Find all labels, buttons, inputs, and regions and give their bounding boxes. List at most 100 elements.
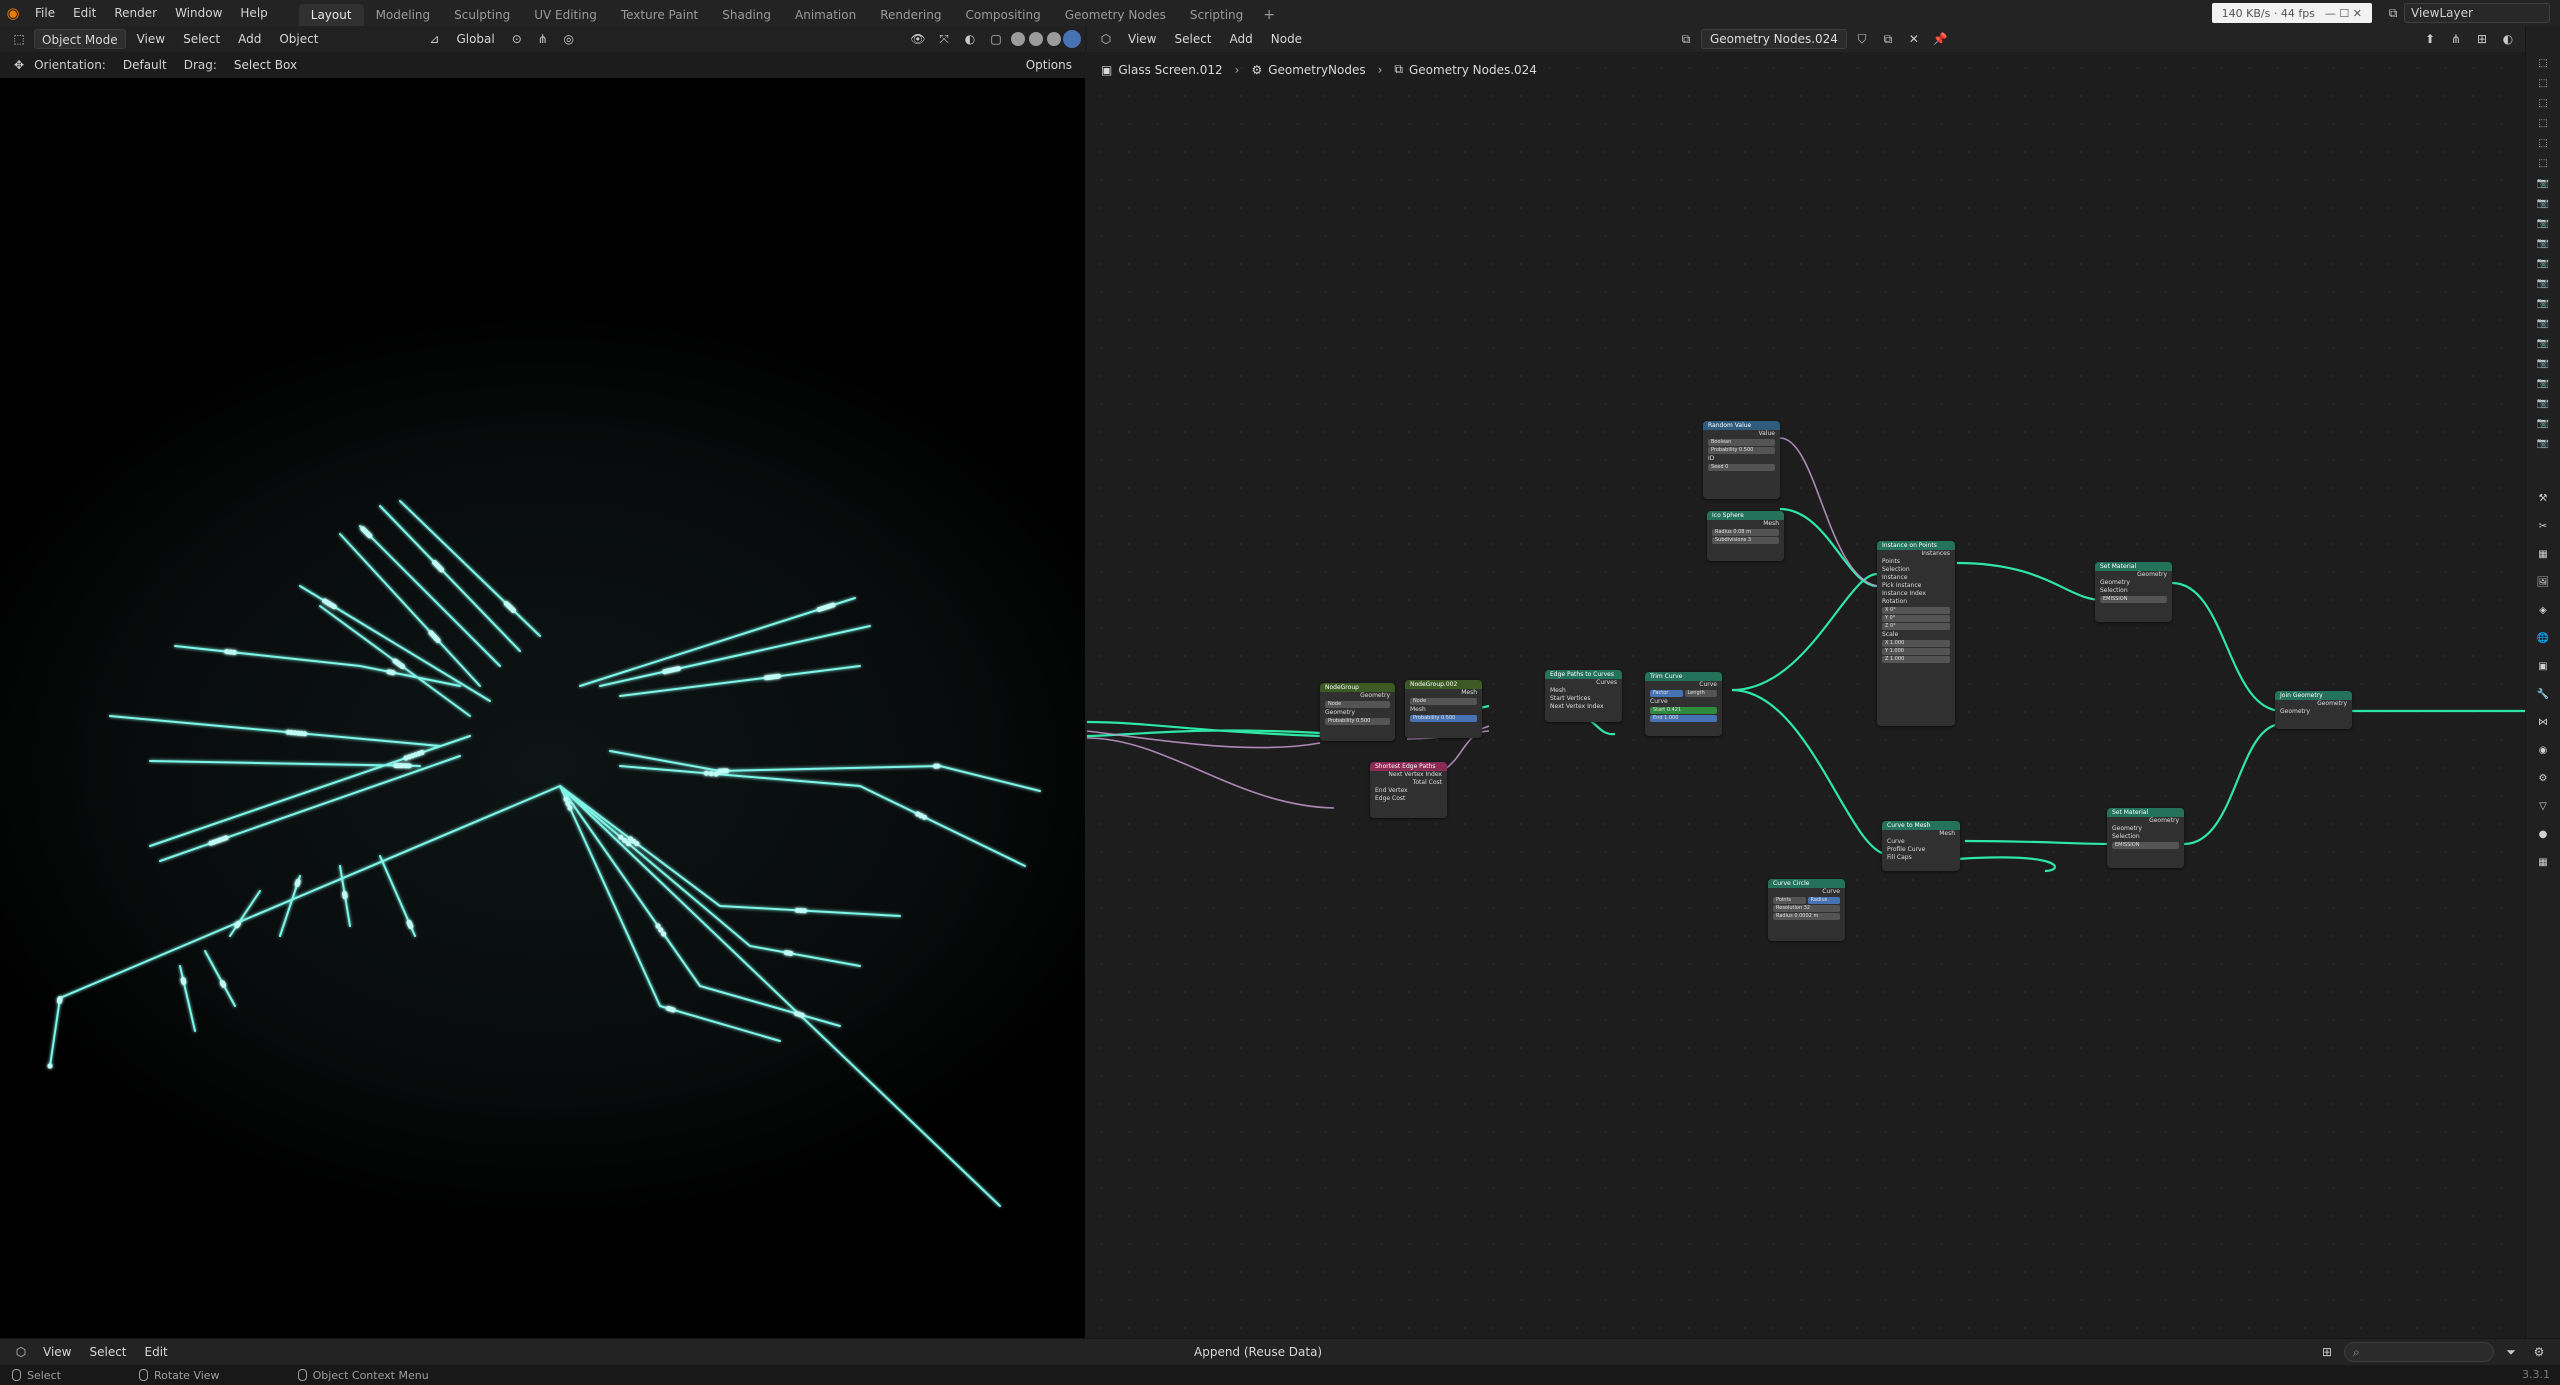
properties-tab-icon[interactable]: ▦	[2534, 547, 2552, 561]
node-tree-icon[interactable]: ⧉	[1675, 29, 1697, 49]
node-random-value[interactable]: Random Value Value Boolean Probability 0…	[1703, 421, 1780, 499]
node-trim-curve[interactable]: Trim Curve Curve Factor Length Curve Sta…	[1645, 672, 1722, 736]
trim-mode-factor[interactable]: Factor	[1650, 690, 1683, 697]
unlink-close-icon[interactable]: ✕	[1903, 29, 1925, 49]
outliner-row-icon[interactable]: 📷	[2534, 296, 2552, 310]
node-probability-field[interactable]: Probability 0.500	[1410, 715, 1477, 722]
transform-global-dropdown[interactable]: Global	[449, 29, 501, 49]
snap-icon[interactable]: ⋔	[532, 29, 554, 49]
node-rotation-y[interactable]: Y 0°	[1882, 615, 1950, 622]
parent-node-tree-icon[interactable]: ⬆	[2419, 29, 2441, 49]
node-rotation-z[interactable]: Z 0°	[1882, 623, 1950, 630]
menu-file[interactable]: File	[26, 0, 64, 26]
node-menu-node[interactable]: Node	[1264, 29, 1309, 49]
viewport-menu-view[interactable]: View	[130, 29, 172, 49]
add-workspace-icon[interactable]: +	[1255, 4, 1283, 26]
tab-animation[interactable]: Animation	[783, 4, 868, 26]
node-editor[interactable]: Random Value Value Boolean Probability 0…	[1087, 26, 2525, 1338]
circle-mode-points[interactable]: Points	[1773, 897, 1806, 904]
outliner-row-icon[interactable]: 📷	[2534, 256, 2552, 270]
node-seed-field[interactable]: Seed 0	[1708, 464, 1775, 471]
node-group-1[interactable]: NodeGroup Geometry Node Geometry Probabi…	[1320, 683, 1395, 741]
node-probability-field[interactable]: Probability 0.500	[1325, 718, 1390, 725]
node-group-2[interactable]: NodeGroup.002 Mesh Node Mesh Probability…	[1405, 680, 1482, 738]
outliner-row-icon[interactable]: ⬚	[2534, 96, 2552, 110]
3d-viewport[interactable]: ⬚ Object Mode View Select Add Object ⊿ G…	[0, 26, 1085, 1338]
tab-uv-editing[interactable]: UV Editing	[522, 4, 609, 26]
properties-tab-icon[interactable]: ◈	[2534, 603, 2552, 617]
properties-tab-icon[interactable]: 🌐	[2534, 631, 2552, 645]
properties-tab-icon[interactable]: 🖼	[2534, 575, 2552, 589]
node-material-field[interactable]: EMISSION	[2100, 596, 2167, 603]
tab-layout[interactable]: Layout	[298, 4, 364, 26]
outliner-row-icon[interactable]: 📷	[2534, 396, 2552, 410]
snap-target-icon[interactable]: ⊞	[2471, 29, 2493, 49]
settings-gear-icon[interactable]: ⚙	[2528, 1342, 2550, 1362]
node-group-selector[interactable]: Node	[1325, 701, 1390, 708]
outliner-row-icon[interactable]: 📷	[2534, 436, 2552, 450]
node-curve-to-mesh[interactable]: Curve to Mesh Mesh Curve Profile Curve F…	[1882, 821, 1960, 871]
orientation-dropdown[interactable]: Default	[116, 55, 174, 75]
outliner-row-icon[interactable]: ⬚	[2534, 156, 2552, 170]
properties-tab-icon[interactable]: ⚒	[2534, 491, 2552, 505]
trim-mode-length[interactable]: Length	[1684, 690, 1717, 697]
proportional-edit-icon[interactable]: ◎	[558, 29, 580, 49]
outliner-row-icon[interactable]: ⬚	[2534, 56, 2552, 70]
outliner-row-icon[interactable]: 📷	[2534, 376, 2552, 390]
menu-render[interactable]: Render	[105, 0, 166, 26]
node-material-field[interactable]: EMISSION	[2112, 842, 2179, 849]
snapping-icon[interactable]: ⋔	[2445, 29, 2467, 49]
display-mode-icon[interactable]: ⊞	[2316, 1342, 2338, 1362]
duplicate-icon[interactable]: ⧉	[1877, 29, 1899, 49]
node-scale-y[interactable]: Y 1.000	[1882, 648, 1950, 655]
properties-tab-icon[interactable]: 🔧	[2534, 687, 2552, 701]
properties-tab-icon[interactable]: ◉	[2534, 743, 2552, 757]
outliner-row-icon[interactable]: 📷	[2534, 276, 2552, 290]
properties-tab-icon[interactable]: ⚙	[2534, 771, 2552, 785]
bottom-menu-edit[interactable]: Edit	[138, 1342, 175, 1362]
node-set-material-bottom[interactable]: Set Material Geometry Geometry Selection…	[2107, 808, 2184, 868]
outliner-row-icon[interactable]: ⬚	[2534, 76, 2552, 90]
viewport-menu-select[interactable]: Select	[176, 29, 227, 49]
circle-mode-radius[interactable]: Radius	[1807, 897, 1840, 904]
editor-type-icon[interactable]: ⬚	[8, 29, 30, 49]
object-mode-dropdown[interactable]: Object Mode	[34, 29, 126, 49]
overlay-icon[interactable]: ◐	[959, 29, 981, 49]
properties-tab-icon[interactable]: ✂	[2534, 519, 2552, 533]
options-dropdown[interactable]: Options	[1019, 55, 1079, 75]
node-set-material-top[interactable]: Set Material Geometry Geometry Selection…	[2095, 562, 2172, 622]
outliner-row-icon[interactable]: 📷	[2534, 236, 2552, 250]
wireframe-shading-icon[interactable]	[1011, 32, 1025, 46]
rendered-shading-icon[interactable]	[1065, 32, 1079, 46]
outliner-row-icon[interactable]: 📷	[2534, 336, 2552, 350]
node-group-selector[interactable]: Node	[1410, 698, 1477, 705]
node-instance-on-points[interactable]: Instance on Points Instances Points Sele…	[1877, 541, 1955, 726]
solid-shading-icon[interactable]	[1029, 32, 1043, 46]
bottom-editor-type-icon[interactable]: ⬡	[10, 1342, 32, 1362]
outliner-row-icon[interactable]: 📷	[2534, 316, 2552, 330]
properties-tab-icon[interactable]: ▽	[2534, 799, 2552, 813]
view-layer-field[interactable]: ViewLayer	[2404, 3, 2550, 23]
outliner-row-icon[interactable]: 📷	[2534, 416, 2552, 430]
node-rotation-x[interactable]: X 0°	[1882, 607, 1950, 614]
outliner-row-icon[interactable]: 📷	[2534, 196, 2552, 210]
properties-tab-icon[interactable]: ⋈	[2534, 715, 2552, 729]
node-fill-caps-checkbox[interactable]: Fill Caps	[1882, 854, 1960, 862]
properties-tab-icon[interactable]: ●	[2534, 827, 2552, 841]
node-resolution-field[interactable]: Resolution 32	[1773, 905, 1840, 912]
pin-icon[interactable]: 📌	[1929, 29, 1951, 49]
node-menu-add[interactable]: Add	[1223, 29, 1260, 49]
node-tree-name[interactable]: Geometry Nodes.024	[1701, 29, 1847, 49]
tab-geometry-nodes[interactable]: Geometry Nodes	[1053, 4, 1178, 26]
xray-icon[interactable]: ▢	[985, 29, 1007, 49]
properties-tab-icon[interactable]: ▦	[2534, 855, 2552, 869]
outliner-row-icon[interactable]: 📷	[2534, 356, 2552, 370]
gizmo-icon[interactable]: ⤧	[933, 29, 955, 49]
outliner-row-icon[interactable]: 📷	[2534, 176, 2552, 190]
window-controls-icon[interactable]: — ☐ ✕	[2325, 7, 2362, 20]
node-curve-circle[interactable]: Curve Circle Curve Points Radius Resolut…	[1768, 879, 1845, 941]
node-menu-view[interactable]: View	[1121, 29, 1163, 49]
fake-user-shield-icon[interactable]: ⛉	[1851, 29, 1873, 49]
import-mode-dropdown[interactable]: Append (Reuse Data)	[1186, 1342, 1330, 1362]
tab-shading[interactable]: Shading	[710, 4, 783, 26]
